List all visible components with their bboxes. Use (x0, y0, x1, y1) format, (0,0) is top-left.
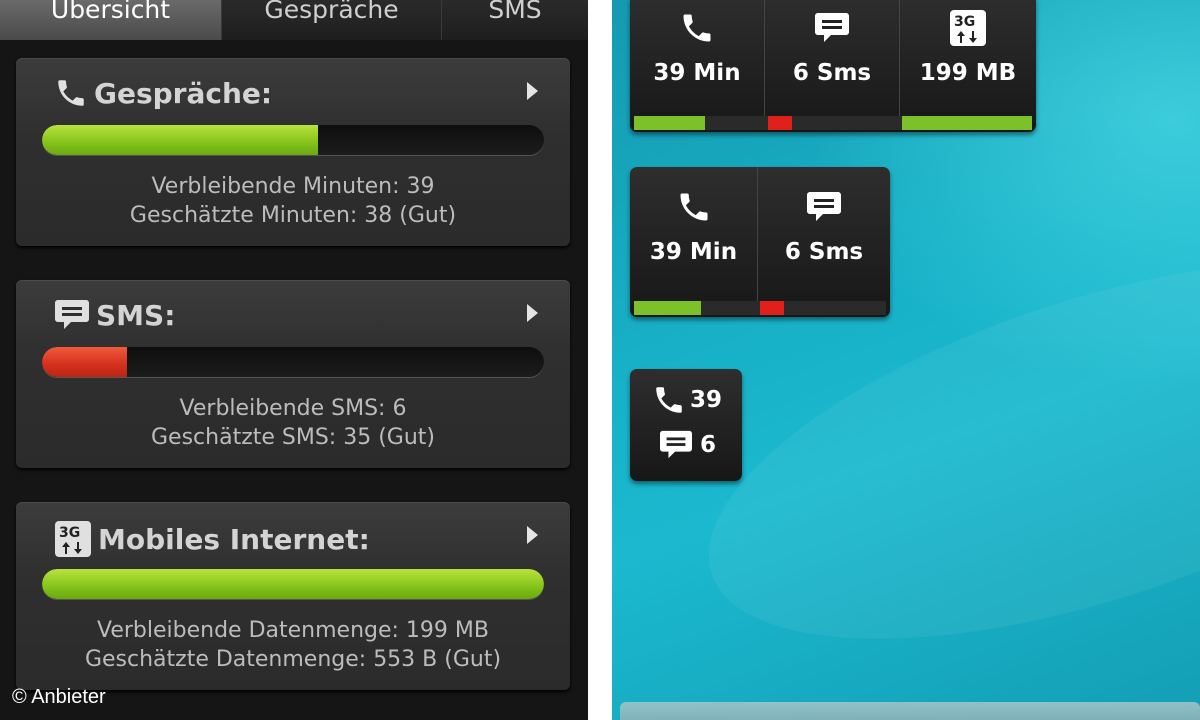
calls-progress-fill (42, 125, 319, 155)
widget-medium-calls: 39 Min (630, 179, 757, 265)
internet-card-arrow-icon (527, 526, 538, 544)
launcher-dock[interactable] (620, 702, 1200, 720)
sms-bubble-icon (806, 187, 842, 227)
calls-card-title: Gespräche: (94, 76, 273, 110)
tab-calls[interactable]: Gespräche (222, 0, 442, 40)
tab-bar: Übersicht Gespräche SMS (0, 0, 588, 40)
widget-small-calls-value: 39 (690, 387, 723, 413)
sms-card[interactable]: SMS: Verbleibende SMS: 6 Geschätzte SMS:… (16, 280, 570, 468)
widget-large[interactable]: 39 Min 6 Sms 3G 199 MB (630, 0, 1036, 132)
phone-icon (54, 76, 88, 110)
calls-card[interactable]: Gespräche: Verbleibende Minuten: 39 Gesc… (16, 58, 570, 246)
3g-data-icon: 3G (949, 8, 987, 48)
widget-large-data-value: 199 MB (919, 60, 1017, 86)
homescreen: 39 Min 6 Sms 3G 199 MB 39 Min 6 Sms 39 6 (612, 0, 1200, 720)
internet-card-title: Mobiles Internet: (98, 522, 370, 556)
tab-sms[interactable]: SMS (442, 0, 588, 40)
phone-icon (679, 8, 715, 48)
tab-sms-label: SMS (488, 0, 542, 24)
widget-large-sms-value: 6 Sms (792, 60, 872, 86)
widget-small-sms-value: 6 (700, 432, 717, 458)
sms-card-arrow-icon (527, 304, 538, 322)
calls-card-header: Gespräche: (54, 76, 272, 110)
usage-app-screen: Übersicht Gespräche SMS Gespräche: Verbl… (0, 0, 588, 720)
calls-level-segment (634, 116, 705, 130)
sms-estimated-text: Geschätzte SMS: 35 (Gut) (151, 425, 435, 450)
internet-card[interactable]: 3G Mobiles Internet: Verbleibende Datenm… (16, 502, 570, 690)
3g-data-icon: 3G (54, 520, 92, 558)
svg-text:3G: 3G (59, 525, 80, 541)
sms-bubble-icon (54, 298, 90, 332)
phone-icon (652, 383, 686, 417)
tab-overview[interactable]: Übersicht (0, 0, 222, 40)
widget-small-calls: 39 (652, 383, 722, 417)
calls-level-segment (634, 301, 701, 315)
data-level-segment (902, 116, 1032, 130)
calls-card-arrow-icon (527, 82, 538, 100)
calls-info: Verbleibende Minuten: 39 Geschätzte Minu… (16, 172, 570, 230)
internet-progress-bar (42, 569, 544, 599)
sms-level-segment (760, 301, 784, 315)
widget-medium[interactable]: 39 Min 6 Sms (630, 167, 890, 317)
sms-card-title: SMS: (96, 298, 176, 332)
widget-medium-sms-value: 6 Sms (784, 239, 864, 265)
sms-remaining-text: Verbleibende SMS: 6 (179, 396, 407, 421)
widget-small[interactable]: 39 6 (630, 369, 742, 481)
calls-remaining-text: Verbleibende Minuten: 39 (151, 174, 435, 199)
widget-large-sms: 6 Sms (765, 0, 899, 86)
sms-level-segment (768, 116, 792, 130)
sms-progress-fill (42, 347, 128, 377)
svg-text:3G: 3G (954, 14, 975, 30)
widget-small-sms: 6 (658, 429, 716, 461)
image-credit: © Anbieter (12, 686, 106, 708)
internet-progress-fill (42, 569, 544, 599)
calls-progress-bar (42, 125, 544, 155)
sms-bubble-icon (814, 8, 850, 48)
phone-icon (676, 187, 712, 227)
calls-estimated-text: Geschätzte Minuten: 38 (Gut) (129, 203, 457, 228)
tab-calls-label: Gespräche (264, 0, 399, 24)
widget-medium-sms: 6 Sms (758, 179, 890, 265)
sms-progress-bar (42, 347, 544, 377)
internet-info: Verbleibende Datenmenge: 199 MB Geschätz… (16, 616, 570, 674)
widget-large-data: 3G 199 MB (900, 0, 1036, 86)
widget-large-calls-value: 39 Min (653, 60, 741, 86)
sms-bubble-icon (658, 429, 694, 461)
widget-medium-calls-value: 39 Min (649, 239, 738, 265)
internet-estimated-text: Geschätzte Datenmenge: 553 B (Gut) (84, 647, 502, 672)
tab-overview-label: Übersicht (50, 0, 171, 24)
sms-card-header: SMS: (54, 298, 175, 332)
internet-remaining-text: Verbleibende Datenmenge: 199 MB (97, 618, 489, 643)
sms-info: Verbleibende SMS: 6 Geschätzte SMS: 35 (… (16, 394, 570, 452)
widget-large-calls: 39 Min (630, 0, 764, 86)
internet-card-header: 3G Mobiles Internet: (54, 520, 370, 558)
